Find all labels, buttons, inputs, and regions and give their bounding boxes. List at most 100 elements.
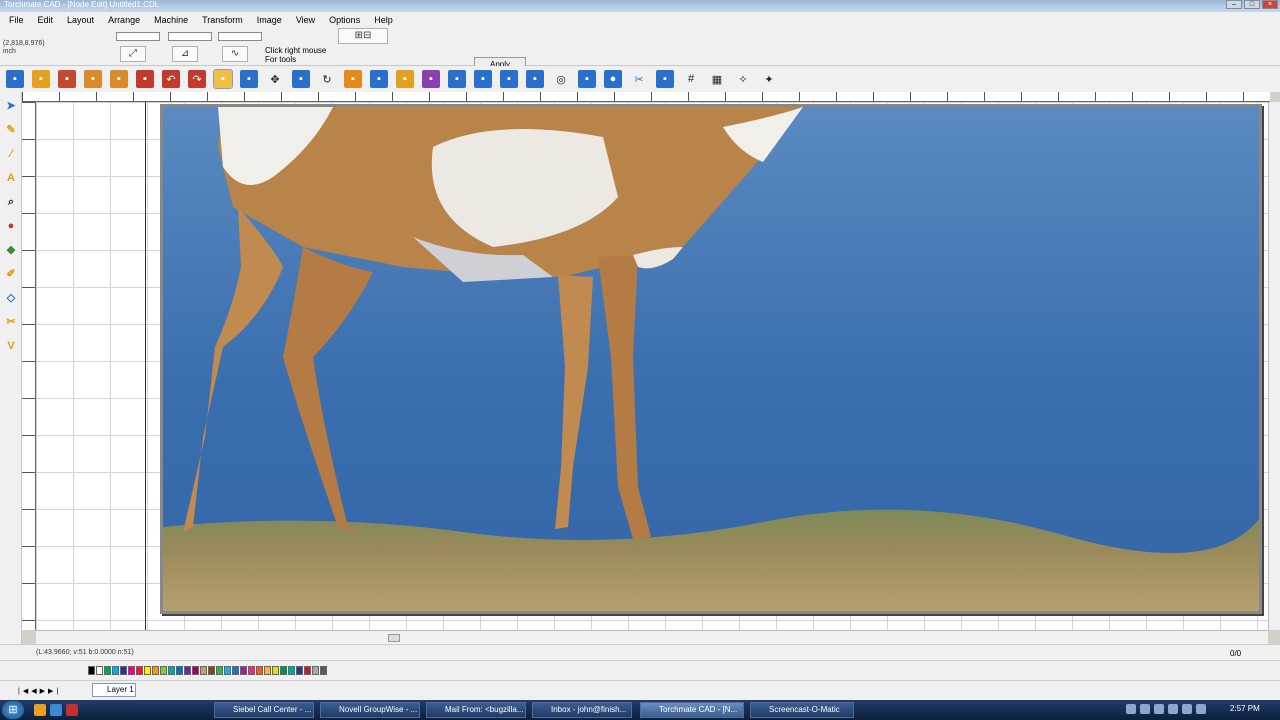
task-siebel[interactable]: Siebel Call Center - ... [214,702,314,718]
color-swatch[interactable] [256,666,263,675]
color-swatch[interactable] [296,666,303,675]
color-swatch[interactable] [160,666,167,675]
offset-icon[interactable]: ▪ [474,70,492,88]
cut-icon[interactable]: ✂ [630,70,648,88]
color-swatch[interactable] [312,666,319,675]
menu-options[interactable]: Options [322,12,367,28]
tray-icon[interactable] [1182,704,1192,714]
snap-grid-icon[interactable]: ▦ [708,70,726,88]
color-swatch[interactable] [272,666,279,675]
color-swatch[interactable] [280,666,287,675]
select-icon[interactable]: ▪ [656,70,674,88]
vectorize-tool-icon[interactable]: V [3,338,19,354]
arrange-icon[interactable]: ▪ [240,70,258,88]
menu-image[interactable]: Image [250,12,289,28]
menu-transform[interactable]: Transform [195,12,250,28]
pen-tool-icon[interactable]: ✐ [3,266,19,282]
undo-icon[interactable]: ↶ [162,70,180,88]
node-align-icon[interactable]: ⊞⊟ [338,28,388,44]
color-swatch[interactable] [152,666,159,675]
node-edit-tool-icon[interactable]: ✎ [3,122,19,138]
print-icon[interactable]: ▪ [136,70,154,88]
horizontal-ruler[interactable] [22,92,1270,102]
task-mail[interactable]: Mail From: <bugzilla... [426,702,526,718]
snap-icon[interactable]: ✧ [734,70,752,88]
open-icon[interactable]: ▪ [32,70,50,88]
snap-node-icon[interactable]: ✦ [760,70,778,88]
task-groupwise[interactable]: Novell GroupWise - ... [320,702,420,718]
menu-file[interactable]: File [2,12,31,28]
fill-tool-icon[interactable]: ◆ [3,242,19,258]
export-icon[interactable]: ▪ [110,70,128,88]
node-edit-icon[interactable]: ▪ [213,69,233,89]
grid-icon[interactable]: # [682,70,700,88]
smooth-node-icon[interactable]: ⊿ [172,46,198,62]
color-swatch[interactable] [320,666,327,675]
align-icon[interactable]: ▪ [370,70,388,88]
minimize-button[interactable]: – [1226,0,1242,9]
text-tool-icon[interactable]: A [3,170,19,186]
import-icon[interactable]: ▪ [84,70,102,88]
menu-view[interactable]: View [289,12,322,28]
color-swatch[interactable] [224,666,231,675]
menu-layout[interactable]: Layout [60,12,101,28]
color-swatch[interactable] [192,666,199,675]
color-swatch[interactable] [208,666,215,675]
tray-icon[interactable] [1168,704,1178,714]
color-swatch[interactable] [104,666,111,675]
layer-nav-arrows-icon[interactable]: |◀◀▶▶| [18,687,61,695]
mirror-icon[interactable]: ▪ [344,70,362,88]
color-swatch[interactable] [176,666,183,675]
task-torchmate[interactable]: Torchmate CAD - [N... [640,702,744,718]
globe-icon[interactable]: ● [604,70,622,88]
menu-edit[interactable]: Edit [31,12,61,28]
node-y-field[interactable] [168,32,212,41]
explorer-icon[interactable] [34,704,46,716]
zoom-tool-icon[interactable]: ⌕ [3,194,19,210]
color-swatch[interactable] [304,666,311,675]
vertical-ruler[interactable] [22,102,36,630]
rotate-icon[interactable]: ↻ [318,70,336,88]
scale-icon[interactable]: ▪ [292,70,310,88]
color-swatch[interactable] [216,666,223,675]
color-swatch[interactable] [168,666,175,675]
redo-icon[interactable]: ↷ [188,70,206,88]
tray-icon[interactable] [1126,704,1136,714]
target-icon[interactable]: ◎ [552,70,570,88]
layers-icon[interactable]: ▪ [578,70,596,88]
lead-in-icon[interactable]: ▪ [500,70,518,88]
tray-icon[interactable] [1154,704,1164,714]
color-swatch[interactable] [88,666,95,675]
color-swatch[interactable] [264,666,271,675]
color-swatch[interactable] [232,666,239,675]
curve-node-icon[interactable]: ∿ [222,46,248,62]
move-icon[interactable]: ✥ [266,70,284,88]
app-icon[interactable] [66,704,78,716]
volume-icon[interactable] [1196,704,1206,714]
line-tool-icon[interactable]: ∕ [3,146,19,162]
color-swatch[interactable] [248,666,255,675]
color-swatch[interactable] [128,666,135,675]
color-swatch[interactable] [112,666,119,675]
tray-icon[interactable] [1140,704,1150,714]
close-button[interactable]: × [1262,0,1278,9]
pointer-tool-icon[interactable]: ➤ [3,98,19,114]
color-swatch[interactable] [144,666,151,675]
menu-machine[interactable]: Machine [147,12,195,28]
shape-tool-icon[interactable]: ● [3,218,19,234]
color-swatch[interactable] [288,666,295,675]
trim-icon[interactable]: ▪ [448,70,466,88]
new-icon[interactable]: ▪ [6,70,24,88]
antelope-image[interactable] [160,104,1262,614]
eraser-tool-icon[interactable]: ◇ [3,290,19,306]
scroll-thumb[interactable] [388,634,400,642]
node-type-icon[interactable]: ⤢ [120,46,146,62]
node-angle-field[interactable] [218,32,262,41]
distribute-icon[interactable]: ▪ [396,70,414,88]
save-icon[interactable]: ▪ [58,70,76,88]
layer-tab[interactable]: Layer 1 [92,683,136,697]
maximize-button[interactable]: □ [1244,0,1260,9]
vertical-scrollbar[interactable] [1268,102,1280,630]
clock[interactable]: 2:57 PM [1230,704,1260,713]
node-x-field[interactable] [116,32,160,41]
